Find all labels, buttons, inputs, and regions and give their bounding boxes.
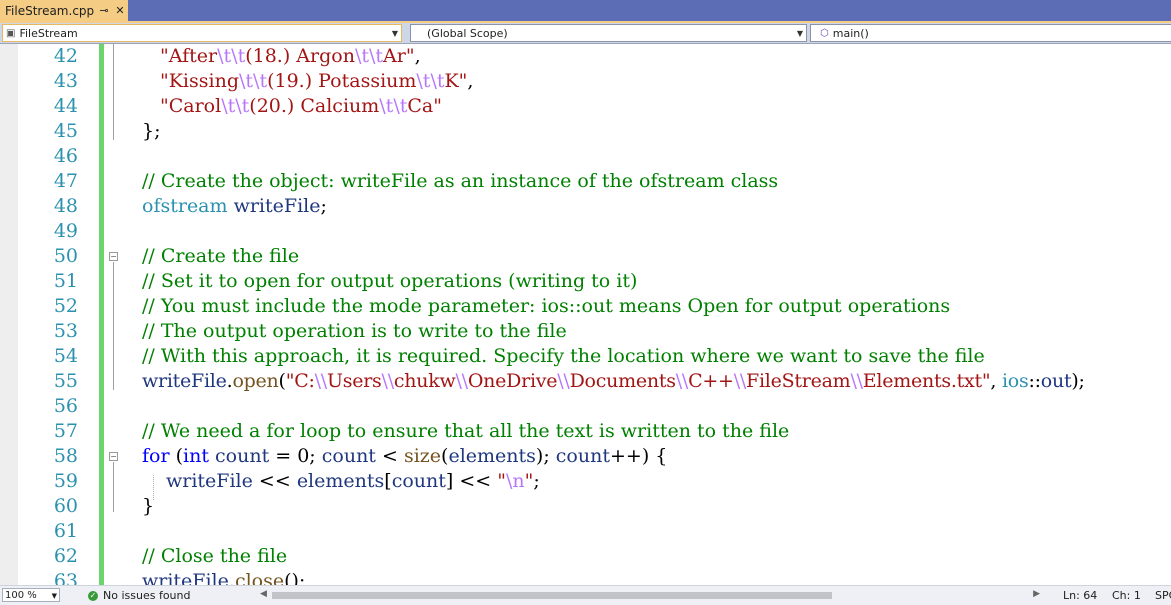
outlining-margin: − − (104, 44, 122, 585)
code-line-44: "Carol\t\t(20.) Calcium\t\tCa" (160, 95, 442, 117)
line-number: 59 (53, 470, 78, 492)
line-number: 51 (53, 270, 78, 292)
issues-indicator[interactable]: ✓ No issues found (88, 589, 190, 602)
line-indicator[interactable]: Ln: 64 (1063, 589, 1097, 602)
chevron-down-icon[interactable]: ▼ (389, 25, 401, 41)
issues-text: No issues found (103, 589, 191, 602)
chevron-down-icon[interactable]: ▼ (52, 589, 57, 603)
tab-title: FileStream.cpp (5, 3, 95, 18)
close-icon[interactable]: ✕ (112, 4, 128, 17)
code-text[interactable]: "After\t\t(18.) Argon\t\tAr", "Kissing\t… (142, 44, 1171, 585)
check-circle-icon: ✓ (88, 590, 98, 601)
code-line-42: "After\t\t(18.) Argon\t\tAr", (160, 45, 421, 67)
code-line-59: writeFile << elements[count] << "\n"; (166, 470, 540, 492)
code-line-62: // Close the file (142, 545, 288, 567)
code-line-47: // Create the object: writeFile as an in… (142, 170, 779, 192)
scroll-left-icon[interactable]: ◀ (260, 589, 267, 599)
line-number: 61 (53, 520, 78, 542)
line-number: 54 (53, 345, 78, 367)
editor-status-bar: 100 % ▼ ✓ No issues found ◀ ▶ Ln: 64 Ch:… (0, 585, 1171, 605)
line-number: 60 (53, 495, 78, 517)
line-number: 53 (53, 320, 78, 342)
outline-guide (113, 262, 114, 390)
member-dropdown[interactable]: ⬡ main() (810, 24, 1171, 42)
navigation-bar: ▣ FileStream ▼ (Global Scope) ▼ ⬡ main() (0, 23, 1171, 44)
code-line-45: }; (142, 120, 161, 142)
line-number: 50 (53, 245, 78, 267)
code-line-54: // With this approach, it is required. S… (142, 345, 985, 367)
line-number: 43 (53, 70, 78, 92)
scope-name: (Global Scope) (427, 26, 508, 40)
indicator-margin (0, 44, 18, 585)
tab-filestream-cpp[interactable]: FileStream.cpp ⊸ ✕ (0, 0, 128, 21)
whitespace-indicator[interactable]: SPC (1155, 589, 1171, 602)
chevron-down-icon[interactable]: ▼ (794, 25, 806, 41)
code-line-43: "Kissing\t\t(19.) Potassium\t\tK", (160, 70, 474, 92)
code-line-55: writeFile.open("C:\\Users\\chukw\\OneDri… (142, 370, 1085, 392)
line-number: 55 (53, 370, 78, 392)
horizontal-scrollbar[interactable]: ◀ ▶ (260, 589, 1040, 601)
line-number-gutter: 42 43 44 45 46 47 48 49 50 51 52 53 54 5… (18, 44, 80, 585)
code-line-60: } (142, 495, 155, 517)
zoom-dropdown[interactable]: 100 % ▼ (2, 588, 60, 602)
line-number: 45 (53, 120, 78, 142)
code-line-53: // The output operation is to write to t… (142, 320, 567, 342)
code-editor[interactable]: 42 43 44 45 46 47 48 49 50 51 52 53 54 5… (0, 44, 1171, 585)
code-line-63: writeFile.close(); (142, 570, 306, 585)
line-number: 63 (53, 570, 78, 585)
code-line-50: // Create the file (142, 245, 300, 267)
line-number: 62 (53, 545, 78, 567)
cube-method-icon: ⬡ (820, 27, 829, 39)
line-number: 44 (53, 95, 78, 117)
code-line-51: // Set it to open for output operations … (142, 270, 638, 292)
class-view-icon: ▣ (6, 27, 16, 39)
line-number: 57 (53, 420, 78, 442)
pin-icon[interactable]: ⊸ (96, 4, 112, 17)
outline-guide (113, 44, 114, 140)
collapse-icon[interactable]: − (109, 252, 118, 261)
line-number: 46 (53, 145, 78, 167)
collapse-icon[interactable]: − (109, 452, 118, 461)
code-line-58: for (int count = 0; count < size(element… (142, 445, 668, 467)
line-number: 56 (53, 395, 78, 417)
line-number: 48 (53, 195, 78, 217)
project-name: FileStream (19, 26, 78, 40)
scrollbar-thumb[interactable] (272, 592, 832, 599)
code-line-48: ofstream writeFile; (142, 195, 327, 217)
document-tab-strip: FileStream.cpp ⊸ ✕ (0, 0, 1171, 23)
line-number: 49 (53, 220, 78, 242)
scope-dropdown[interactable]: (Global Scope) ▼ (410, 24, 807, 42)
zoom-level: 100 % (5, 590, 37, 601)
project-dropdown[interactable]: ▣ FileStream ▼ (2, 24, 402, 42)
line-number: 42 (53, 45, 78, 67)
code-line-52: // You must include the mode parameter: … (142, 295, 951, 317)
code-line-57: // We need a for loop to ensure that all… (142, 420, 790, 442)
scroll-right-icon[interactable]: ▶ (1033, 589, 1040, 599)
member-name: main() (832, 26, 869, 40)
line-number: 58 (53, 445, 78, 467)
line-number: 52 (53, 295, 78, 317)
char-indicator[interactable]: Ch: 1 (1112, 589, 1141, 602)
line-number: 47 (53, 170, 78, 192)
outline-guide (113, 462, 114, 512)
